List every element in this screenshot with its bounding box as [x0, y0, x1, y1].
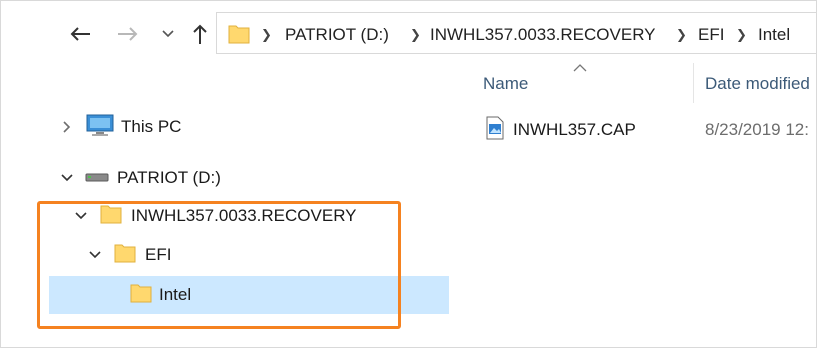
- nav-item-this-pc[interactable]: This PC: [59, 109, 181, 145]
- arrow-right-icon: [118, 27, 138, 41]
- folder-icon: [113, 241, 137, 270]
- forward-button[interactable]: [115, 21, 141, 47]
- column-header-date-modified[interactable]: Date modified: [705, 61, 810, 107]
- nav-item-label: INWHL357.0033.RECOVERY: [131, 206, 357, 225]
- nav-item-recovery-folder[interactable]: INWHL357.0033.RECOVERY: [73, 198, 357, 234]
- folder-icon: [227, 22, 251, 51]
- sort-ascending-icon: [573, 59, 587, 77]
- chevron-right-icon[interactable]: [59, 119, 75, 135]
- nav-item-intel-folder[interactable]: Intel: [129, 277, 191, 313]
- breadcrumb-separator-icon: ❯: [261, 27, 272, 42]
- breadcrumb-separator-icon: ❯: [410, 27, 421, 42]
- column-divider[interactable]: [693, 63, 694, 103]
- chevron-down-icon[interactable]: [73, 208, 89, 224]
- nav-item-label: Intel: [159, 285, 192, 304]
- monitor-icon: [85, 112, 115, 143]
- file-date-modified: 8/23/2019 12:: [705, 120, 809, 139]
- explorer-window: ❯ PATRIOT (D:) ❯ INWHL357.0033.RECOVERY …: [0, 0, 817, 348]
- chevron-down-icon[interactable]: [87, 247, 103, 263]
- back-button[interactable]: [67, 21, 93, 47]
- nav-item-label: PATRIOT (D:): [117, 168, 221, 187]
- file-name: INWHL357.CAP: [513, 120, 636, 139]
- selection-highlight: [49, 276, 449, 314]
- nav-item-patriot-drive[interactable]: PATRIOT (D:): [59, 160, 221, 196]
- nav-item-label: EFI: [145, 245, 172, 264]
- arrow-left-icon: [70, 27, 90, 41]
- recent-locations-button[interactable]: [155, 21, 181, 47]
- folder-icon: [99, 202, 123, 231]
- drive-icon: [85, 168, 109, 188]
- nav-item-efi-folder[interactable]: EFI: [87, 237, 171, 273]
- breadcrumb-intel[interactable]: Intel: [758, 25, 790, 45]
- address-bar[interactable]: ❯ PATRIOT (D:) ❯ INWHL357.0033.RECOVERY …: [216, 12, 817, 54]
- chevron-down-icon[interactable]: [59, 170, 75, 186]
- breadcrumb-recovery[interactable]: INWHL357.0033.RECOVERY: [430, 25, 656, 45]
- breadcrumb-separator-icon: ❯: [736, 27, 747, 42]
- folder-icon: [129, 281, 153, 310]
- chevron-down-icon: [162, 30, 174, 38]
- arrow-up-icon: [193, 24, 207, 44]
- breadcrumb-separator-icon: ❯: [676, 27, 687, 42]
- nav-item-label: This PC: [121, 117, 182, 136]
- breadcrumb-efi[interactable]: EFI: [698, 25, 724, 45]
- column-header-name[interactable]: Name: [483, 61, 528, 107]
- file-row[interactable]: INWHL357.CAP: [485, 113, 636, 147]
- up-button[interactable]: [187, 21, 213, 47]
- breadcrumb-patriot[interactable]: PATRIOT (D:): [285, 25, 389, 45]
- image-file-icon: [485, 116, 505, 145]
